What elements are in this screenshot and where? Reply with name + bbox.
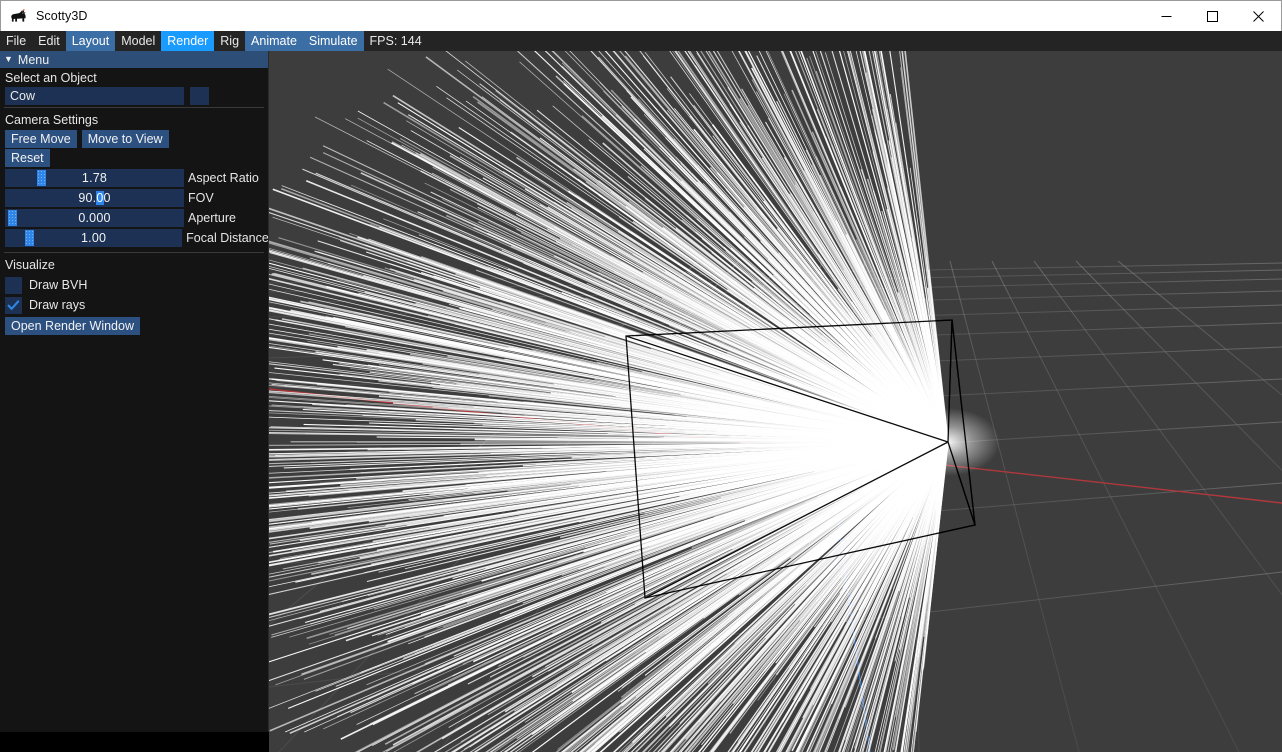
menu-item-edit[interactable]: Edit bbox=[32, 31, 66, 51]
3d-viewport[interactable] bbox=[269, 51, 1282, 752]
slider-value: 1.00 bbox=[81, 231, 107, 245]
draw-rays-row[interactable]: Draw rays bbox=[0, 296, 268, 314]
select-object-row: Cow bbox=[0, 87, 268, 105]
menu-panel-header[interactable]: ▼ Menu bbox=[0, 51, 268, 68]
draw-bvh-checkbox[interactable] bbox=[5, 276, 22, 294]
menu-item-file[interactable]: File bbox=[0, 31, 32, 51]
divider bbox=[4, 107, 264, 108]
select-object-label: Select an Object bbox=[5, 71, 97, 85]
reset-camera-button[interactable]: Reset bbox=[5, 149, 50, 167]
maximize-button[interactable] bbox=[1189, 1, 1235, 31]
camera-slider-list: 1.78 Aspect Ratio 90.00 FOV 0.000 Aperture 1.0… bbox=[0, 169, 268, 247]
draw-bvh-label: Draw BVH bbox=[29, 278, 88, 292]
sidebar-panel: ▼ Menu Select an Object Cow Camera Setti… bbox=[0, 51, 269, 752]
draw-rays-label: Draw rays bbox=[29, 298, 86, 312]
camera-mode-buttons: Free Move Move to View bbox=[0, 130, 268, 148]
slider-value: 0.000 bbox=[78, 211, 111, 225]
slider-aperture[interactable]: 0.000 bbox=[5, 209, 184, 227]
title-bar: Scotty3D bbox=[0, 0, 1282, 31]
slider-label: FOV bbox=[188, 191, 214, 205]
scottie-dog-icon bbox=[9, 6, 29, 26]
camera-reset-row: Reset bbox=[0, 149, 268, 167]
move-to-view-button[interactable]: Move to View bbox=[81, 130, 169, 148]
scotty3d-window: Scotty3D File Edit Layout Model Render R… bbox=[0, 0, 1282, 752]
menu-item-layout[interactable]: Layout bbox=[65, 31, 116, 51]
slider-handle[interactable] bbox=[37, 170, 46, 186]
slider-focal-distance[interactable]: 1.00 bbox=[5, 229, 183, 247]
slider-handle[interactable] bbox=[8, 210, 17, 226]
menu-item-model[interactable]: Model bbox=[115, 31, 161, 51]
slider-row-focal-distance: 1.00 Focal Distance bbox=[0, 229, 268, 247]
window-controls bbox=[1143, 1, 1281, 31]
slider-value: 90.00 bbox=[78, 191, 111, 205]
slider-handle[interactable] bbox=[25, 230, 34, 246]
slider-label: Aperture bbox=[188, 211, 236, 225]
slider-value: 1.78 bbox=[81, 171, 108, 185]
maximize-icon bbox=[1206, 10, 1218, 22]
open-render-window-button[interactable]: Open Render Window bbox=[5, 317, 140, 335]
slider-label: Focal Distance bbox=[186, 231, 268, 245]
body-area: ▼ Menu Select an Object Cow Camera Setti… bbox=[0, 51, 1282, 752]
slider-fov[interactable]: 90.00 bbox=[5, 189, 184, 207]
object-select-dropdown[interactable]: Cow bbox=[5, 87, 184, 105]
chevron-down-icon[interactable]: ▼ bbox=[4, 55, 13, 64]
visualize-label: Visualize bbox=[5, 258, 55, 272]
minimize-button[interactable] bbox=[1143, 1, 1189, 31]
minimize-icon bbox=[1161, 15, 1171, 17]
draw-rays-checkbox[interactable] bbox=[5, 296, 22, 314]
draw-bvh-row[interactable]: Draw BVH bbox=[0, 276, 268, 294]
menu-bar: File Edit Layout Model Render Rig Animate Simul… bbox=[0, 31, 1282, 51]
open-render-window-row: Open Render Window bbox=[0, 317, 268, 335]
slider-aspect-ratio[interactable]: 1.78 bbox=[5, 169, 184, 187]
menu-item-animate[interactable]: Animate bbox=[245, 31, 303, 51]
object-select-extra-button[interactable] bbox=[190, 87, 209, 105]
menu-panel-title: Menu bbox=[17, 52, 50, 67]
sidebar-bottom-strip bbox=[0, 732, 269, 752]
menu-item-rig[interactable]: Rig bbox=[214, 31, 245, 51]
camera-settings-label: Camera Settings bbox=[5, 113, 99, 127]
free-move-button[interactable]: Free Move bbox=[5, 130, 77, 148]
slider-row-fov: 90.00 FOV bbox=[0, 189, 268, 207]
window-title: Scotty3D bbox=[36, 9, 88, 23]
slider-row-aperture: 0.000 Aperture bbox=[0, 209, 268, 227]
slider-row-aspect-ratio: 1.78 Aspect Ratio bbox=[0, 169, 268, 187]
close-icon bbox=[1252, 10, 1264, 22]
menu-item-simulate[interactable]: Simulate bbox=[302, 31, 364, 51]
viewport-render bbox=[269, 51, 1282, 752]
menu-item-render[interactable]: Render bbox=[161, 31, 215, 51]
fps-counter: FPS: 144 bbox=[369, 34, 422, 48]
check-icon bbox=[7, 299, 20, 310]
close-button[interactable] bbox=[1235, 1, 1281, 31]
divider bbox=[4, 252, 264, 253]
slider-label: Aspect Ratio bbox=[188, 171, 259, 185]
